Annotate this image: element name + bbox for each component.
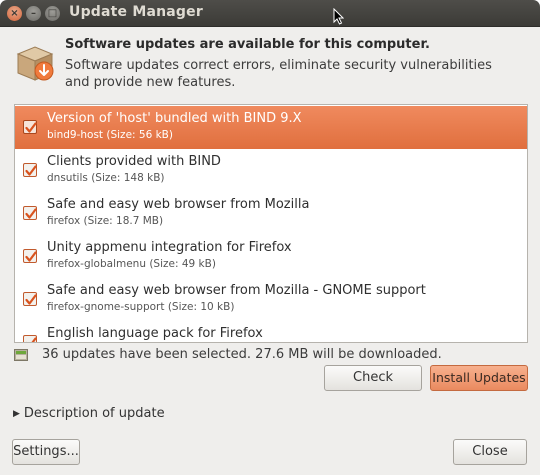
checkmark-icon	[25, 165, 37, 176]
description-expander[interactable]: ▶ Description of update	[13, 406, 165, 421]
update-package-size: bind9-host (Size: 56 kB)	[47, 129, 173, 141]
update-manager-window: × – □ Update Manager Software updates ar…	[0, 0, 540, 475]
checkmark-icon	[26, 337, 37, 342]
package-icon	[16, 46, 54, 81]
expander-label: Description of update	[23, 406, 165, 421]
window-minimize-button[interactable]: –	[26, 6, 41, 21]
checkmark-icon	[25, 251, 37, 262]
update-row[interactable]: Safe and easy web browser from Mozilla fi…	[15, 192, 527, 235]
update-checkbox[interactable]	[23, 206, 37, 220]
update-title: Safe and easy web browser from Mozilla	[47, 197, 310, 212]
window-maximize-button[interactable]: □	[45, 6, 60, 21]
update-package-size: firefox (Size: 18.7 MB)	[47, 215, 164, 227]
checkmark-icon	[25, 208, 37, 219]
window-close-button[interactable]: ×	[7, 6, 22, 21]
update-checkbox[interactable]	[23, 120, 37, 134]
update-title: Clients provided with BIND	[47, 154, 221, 169]
title-bar[interactable]: × – □ Update Manager	[0, 0, 540, 27]
checkmark-icon	[25, 294, 37, 305]
update-row[interactable]: Unity appmenu integration for Firefox fir…	[15, 235, 527, 278]
update-checkbox[interactable]	[23, 335, 37, 342]
expander-arrow-icon: ▶	[13, 409, 20, 419]
selection-summary: 36 updates have been selected. 27.6 MB w…	[42, 347, 442, 362]
update-checkbox[interactable]	[23, 163, 37, 177]
updates-description-text: Software updates correct errors, elimina…	[65, 58, 492, 90]
update-title: English language pack for Firefox	[47, 326, 263, 341]
update-row[interactable]: Version of 'host' bundled with BIND 9.X b…	[15, 106, 527, 149]
update-title: Safe and easy web browser from Mozilla -…	[47, 283, 426, 298]
update-row[interactable]: Clients provided with BIND dnsutils (Size…	[15, 149, 527, 192]
update-title: Version of 'host' bundled with BIND 9.X	[47, 111, 302, 126]
install-updates-button[interactable]: Install Updates	[430, 365, 528, 391]
settings-button[interactable]: Settings...	[12, 439, 80, 465]
mouse-pointer-icon	[333, 8, 344, 25]
window-title: Update Manager	[69, 4, 203, 20]
updates-list[interactable]: Version of 'host' bundled with BIND 9.X b…	[14, 104, 528, 343]
close-button[interactable]: Close	[453, 439, 527, 465]
update-checkbox[interactable]	[23, 249, 37, 263]
updates-available-heading: Software updates are available for this …	[65, 37, 430, 52]
update-row[interactable]: Safe and easy web browser from Mozilla -…	[15, 278, 527, 321]
checkmark-icon	[25, 122, 37, 133]
update-package-size: firefox-gnome-support (Size: 10 kB)	[47, 301, 235, 313]
update-package-size: dnsutils (Size: 148 kB)	[47, 172, 165, 184]
update-checkbox[interactable]	[23, 292, 37, 306]
download-status-icon	[14, 349, 28, 361]
check-button[interactable]: Check	[324, 365, 422, 391]
update-row[interactable]: English language pack for Firefoxfirefox…	[15, 321, 527, 342]
update-title: Unity appmenu integration for Firefox	[47, 240, 292, 255]
update-package-size: firefox-globalmenu (Size: 49 kB)	[47, 258, 216, 270]
